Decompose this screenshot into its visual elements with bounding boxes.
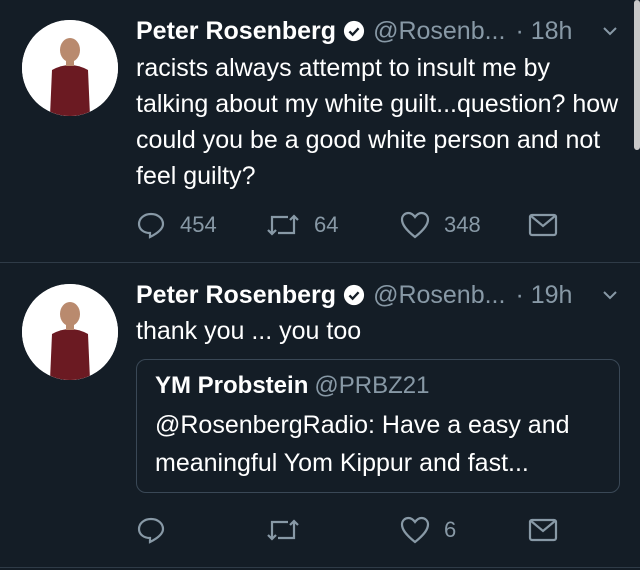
share-mail-icon (528, 213, 558, 237)
chevron-down-icon[interactable] (600, 285, 620, 305)
reply-button[interactable] (136, 513, 180, 547)
tweet-text: thank you ... you too (136, 317, 362, 345)
author-avatar[interactable] (22, 20, 118, 116)
quoted-author-name: YM Probstein (155, 372, 309, 399)
reply-count: 454 (180, 212, 217, 237)
like-button[interactable]: 348 (400, 208, 481, 242)
quoted-author-handle: @PRBZ21 (314, 372, 430, 399)
share-mail-icon (528, 518, 558, 542)
author-handle[interactable]: @Rosenb... (373, 281, 505, 310)
like-button[interactable]: 6 (400, 513, 456, 547)
like-count: 6 (444, 517, 457, 542)
retweet-button[interactable]: 64 (266, 208, 338, 242)
tweet-1[interactable]: Peter Rosenberg @Rosenb... · 18h racists… (0, 0, 640, 263)
tweet-time[interactable]: · 18h (515, 17, 572, 46)
like-count: 348 (444, 212, 481, 237)
retweet-button[interactable] (266, 513, 314, 547)
reply-icon (137, 212, 165, 239)
like-icon (400, 516, 430, 544)
like-icon (400, 211, 430, 239)
retweet-count: 64 (314, 212, 339, 237)
share-button[interactable] (528, 208, 558, 242)
quoted-author: YM Probstein @PRBZ21 (155, 372, 429, 400)
verified-badge-icon (343, 284, 365, 306)
reply-button[interactable]: 454 (136, 208, 217, 242)
tweet-text: racists always attempt to insult me by t… (136, 54, 619, 190)
verified-badge-icon (343, 20, 365, 42)
chevron-down-icon[interactable] (600, 21, 620, 41)
scrollbar[interactable] (634, 0, 640, 150)
author-name[interactable]: Peter Rosenberg (136, 281, 336, 310)
tweet-actions: 454 64 348 (136, 208, 576, 242)
tweet-actions: 6 (136, 513, 576, 547)
tweet-time[interactable]: · 19h (515, 281, 572, 310)
retweet-icon (267, 519, 299, 541)
quoted-text: @RosenbergRadio: Have a easy and meaning… (155, 411, 570, 477)
author-handle[interactable]: @Rosenb... (373, 17, 505, 46)
author-avatar[interactable] (22, 284, 118, 380)
quoted-tweet[interactable]: YM Probstein @PRBZ21 @RosenbergRadio: Hav… (136, 359, 620, 493)
share-button[interactable] (528, 513, 558, 547)
reply-icon (137, 517, 165, 544)
retweet-icon (267, 214, 299, 236)
author-name[interactable]: Peter Rosenberg (136, 17, 336, 46)
